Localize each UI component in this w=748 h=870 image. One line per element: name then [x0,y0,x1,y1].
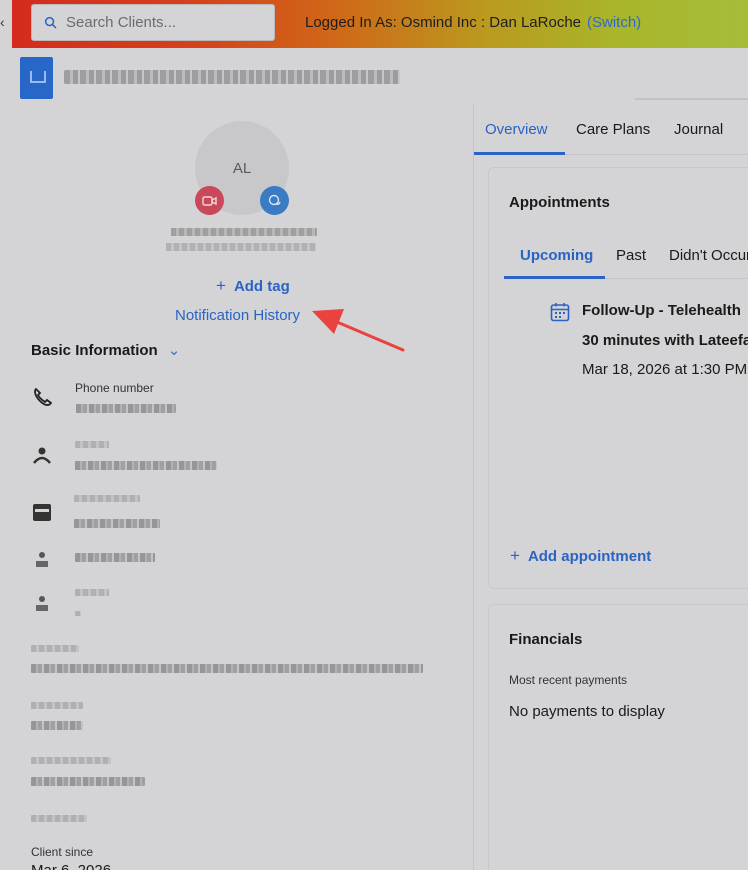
identity-icon [36,596,48,611]
notice-text-redacted [64,70,400,84]
appointment-duration: 30 minutes with Lateefah [582,332,748,349]
client-name-redacted [171,228,317,236]
video-icon [201,195,217,206]
recent-payments-label: Most recent payments [509,673,628,687]
video-badge[interactable] [195,186,224,215]
search-input[interactable] [66,14,256,31]
appointment-title[interactable]: Follow-Up - Telehealth [582,302,741,319]
annotation-arrow-icon [312,309,405,352]
plus-icon: + [216,276,226,295]
plus-icon: + [510,546,520,565]
add-tag-label: Add tag [233,278,290,295]
add-appointment-label: Add appointment [527,548,652,565]
search-icon [44,16,57,29]
profile-tabs: Overview Care Plans Journal [474,104,748,155]
chat-icon [268,194,281,205]
field-value-redacted [31,721,83,730]
calendar-icon [550,303,570,322]
field-label-redacted [31,815,87,822]
avatar-initials: AL [232,159,252,177]
field-value-redacted [74,519,160,528]
phone-value-redacted [76,404,176,413]
chevron-left-icon[interactable]: ‹ [0,14,5,30]
tab-overview[interactable]: Overview [485,121,548,138]
field-label-redacted [75,441,109,448]
address-label-redacted [31,645,79,652]
subtab-past[interactable]: Past [616,247,646,264]
calendar-small-icon [33,504,51,521]
field-label-redacted [74,495,140,502]
field-value-redacted [75,553,155,562]
tab-care-plans[interactable]: Care Plans [576,121,650,138]
appointment-datetime: Mar 18, 2026 at 1:30 PM [582,361,748,378]
add-appointment-button[interactable]: + Add appointment [510,546,651,566]
appointments-title: Appointments [509,194,610,211]
panel-divider [473,104,474,870]
notification-history-link[interactable]: Notification History [175,307,300,324]
appointments-card: Appointments Upcoming Past Didn't Occur … [488,167,748,589]
chat-badge[interactable] [260,186,289,215]
notice-icon [20,57,53,99]
field-value-redacted [31,777,145,786]
financials-card: Financials Most recent payments No payme… [488,604,748,870]
basic-information-header[interactable]: Basic Information ⌄ [31,341,180,359]
logged-in-as: Logged In As: Osmind Inc : Dan LaRoche (S… [305,14,641,31]
chevron-down-icon: ⌄ [167,342,181,359]
logged-in-text: Logged In As: Osmind Inc : Dan LaRoche [305,14,581,31]
search-box[interactable] [31,4,275,41]
phone-label: Phone number [75,381,154,395]
subtab-didnt-occur[interactable]: Didn't Occur [669,247,748,264]
add-tag-button[interactable]: + Add tag [216,276,290,296]
field-value-redacted [75,611,81,616]
field-label-redacted [75,589,109,596]
active-tab-indicator [474,152,565,155]
tab-journal[interactable]: Journal [674,121,723,138]
active-subtab-indicator [504,276,605,279]
no-payments-text: No payments to display [509,703,665,720]
address-value-redacted [31,664,423,673]
person-icon [33,447,51,464]
client-email-redacted [166,243,316,251]
field-label-redacted [31,757,111,764]
gender-icon [36,552,48,567]
field-label-redacted [31,702,83,709]
basic-information-title: Basic Information [31,342,158,359]
divider [635,98,748,100]
switch-link[interactable]: (Switch) [587,14,641,31]
client-since-label: Client since [31,845,94,859]
field-value-redacted [75,461,217,470]
subtab-upcoming[interactable]: Upcoming [520,247,593,264]
financials-title: Financials [509,631,583,648]
client-since-value: Mar 6, 2026 [31,862,111,870]
phone-icon [34,387,53,406]
